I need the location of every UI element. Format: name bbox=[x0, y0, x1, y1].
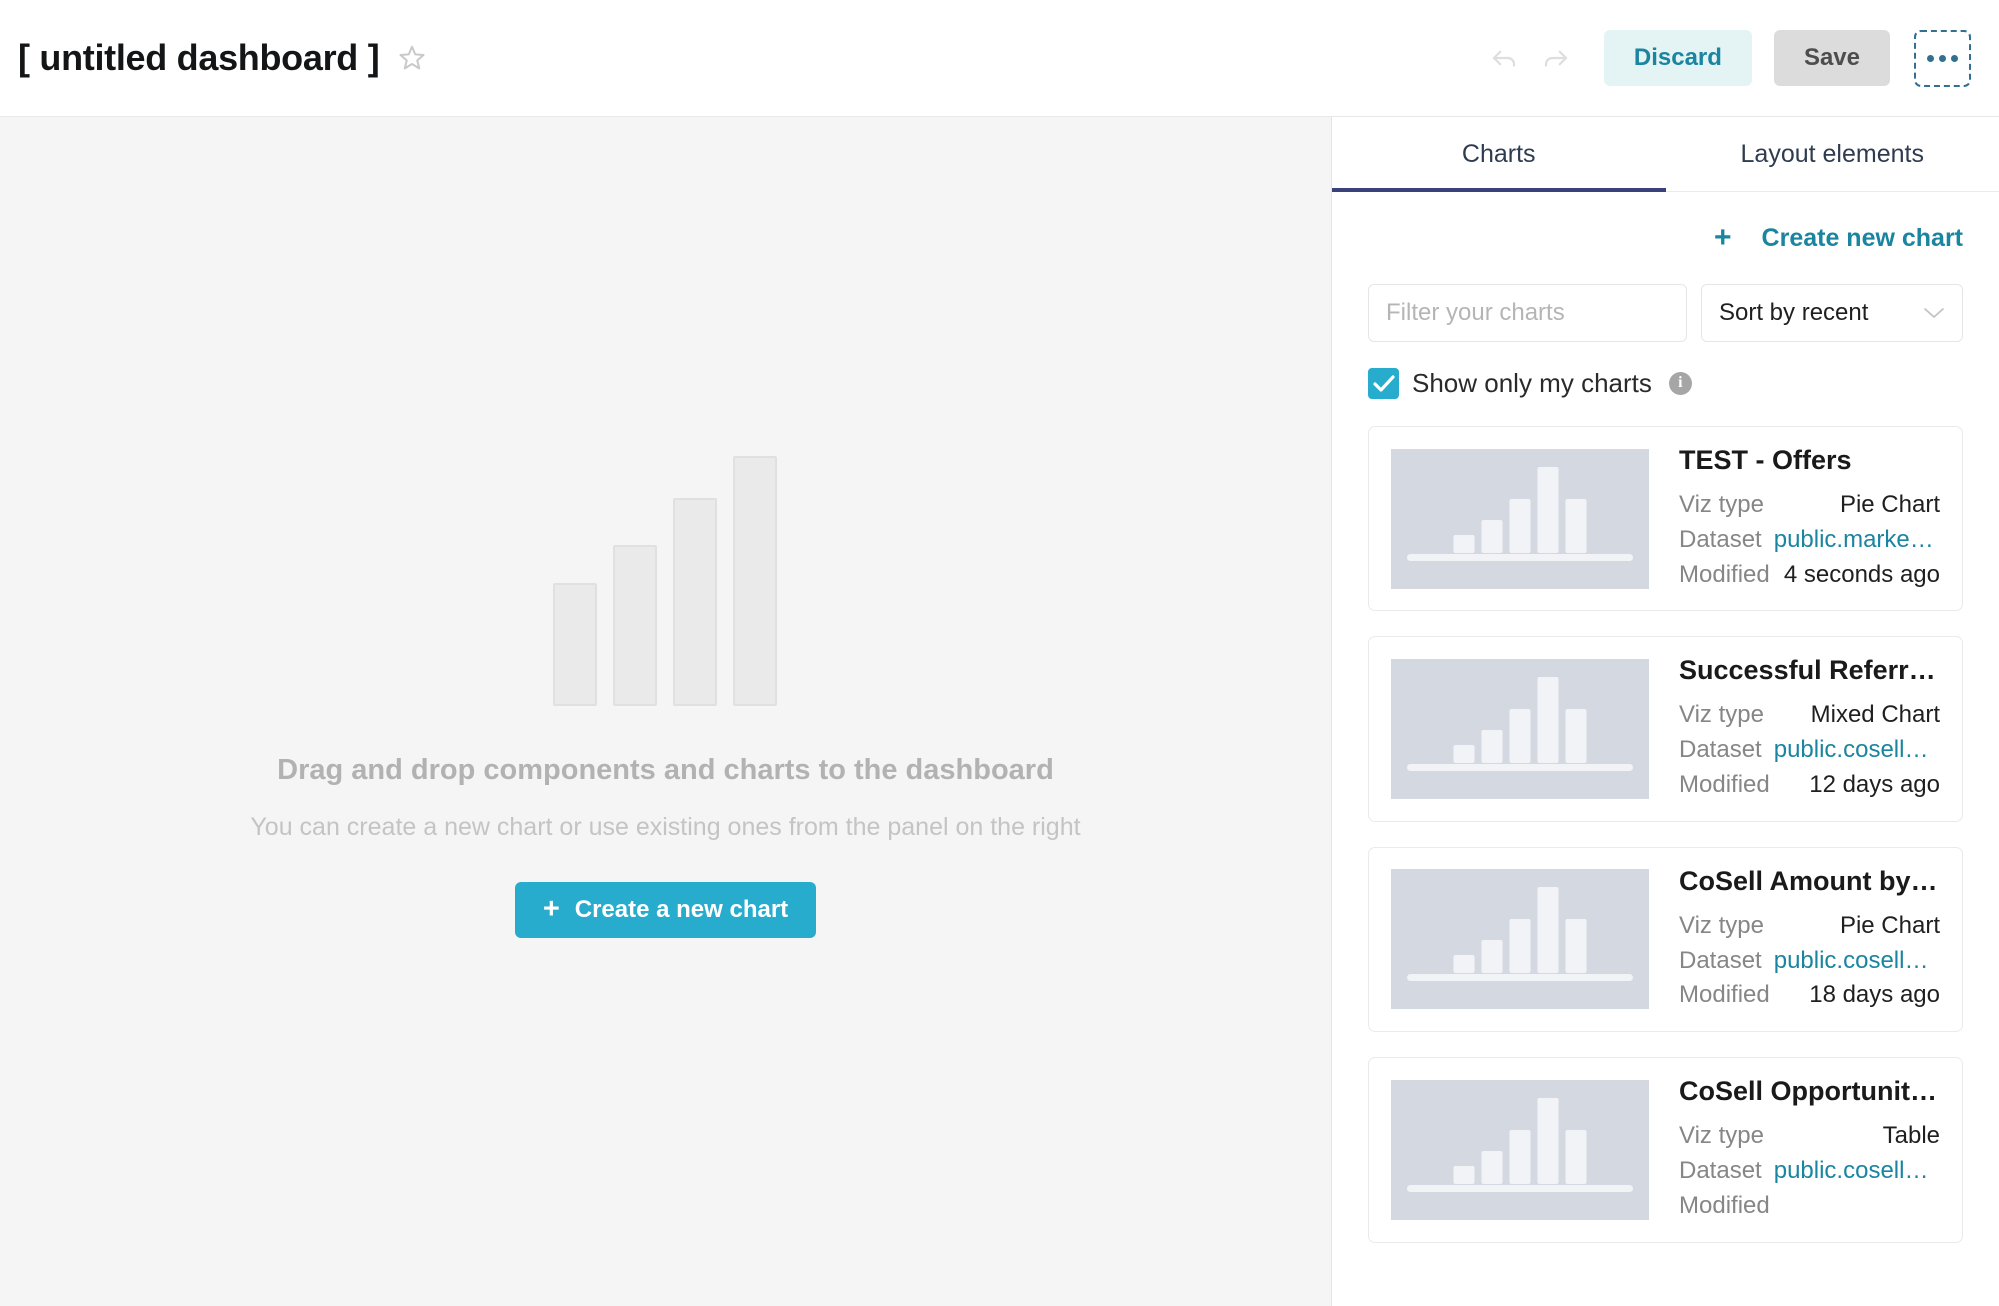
show-only-my-charts-checkbox[interactable] bbox=[1368, 368, 1399, 399]
chart-card-title: CoSell Opportunities... bbox=[1679, 1076, 1940, 1107]
info-icon[interactable]: i bbox=[1669, 372, 1692, 395]
dashboard-canvas[interactable]: Drag and drop components and charts to t… bbox=[0, 117, 1331, 1306]
empty-state-subtitle: You can create a new chart or use existi… bbox=[250, 813, 1080, 842]
create-a-new-chart-label: Create a new chart bbox=[575, 896, 788, 924]
chart-card[interactable]: TEST - Offers Viz type Pie Chart Dataset… bbox=[1368, 426, 1963, 611]
chart-card-info: TEST - Offers Viz type Pie Chart Dataset… bbox=[1679, 445, 1940, 592]
empty-state: Drag and drop components and charts to t… bbox=[250, 456, 1080, 938]
tab-charts[interactable]: Charts bbox=[1332, 117, 1666, 191]
viz-type-value: Pie Chart bbox=[1840, 909, 1940, 944]
modified-label: Modified bbox=[1679, 768, 1770, 803]
header-actions: Discard Save bbox=[1478, 30, 1971, 87]
modified-row: Modified 12 days ago bbox=[1679, 768, 1940, 803]
chart-card-list: TEST - Offers Viz type Pie Chart Dataset… bbox=[1368, 426, 1963, 1306]
chart-thumbnail-icon bbox=[1391, 659, 1649, 799]
dataset-label: Dataset bbox=[1679, 733, 1762, 768]
show-only-my-charts-label: Show only my charts bbox=[1412, 368, 1652, 399]
modified-value: 18 days ago bbox=[1809, 978, 1940, 1013]
undo-button[interactable] bbox=[1478, 32, 1530, 84]
create-new-chart-row: + Create new chart bbox=[1368, 192, 1963, 284]
dataset-link[interactable]: public.marketp... bbox=[1774, 523, 1940, 558]
right-side-panel: Charts Layout elements + Create new char… bbox=[1331, 117, 1999, 1306]
modified-value: 12 days ago bbox=[1809, 768, 1940, 803]
header-left-group: [ untitled dashboard ] bbox=[18, 37, 429, 79]
dataset-link[interactable]: public.cosell_r... bbox=[1774, 944, 1940, 979]
viz-type-value: Pie Chart bbox=[1840, 488, 1940, 523]
dataset-link[interactable]: public.cosell_r... bbox=[1774, 1154, 1940, 1189]
editor-body: Drag and drop components and charts to t… bbox=[0, 117, 1999, 1306]
sort-dropdown-value: Sort by recent bbox=[1719, 299, 1868, 327]
empty-state-bar-chart-icon bbox=[553, 456, 777, 706]
filter-charts-input[interactable] bbox=[1368, 284, 1687, 342]
discard-button[interactable]: Discard bbox=[1604, 30, 1752, 86]
dataset-row: Dataset public.marketp... bbox=[1679, 523, 1940, 558]
page-title: [ untitled dashboard ] bbox=[18, 37, 379, 79]
star-outline-icon[interactable] bbox=[395, 41, 429, 75]
chart-card-title: TEST - Offers bbox=[1679, 445, 1940, 476]
chart-card[interactable]: CoSell Amount by P... Viz type Pie Chart… bbox=[1368, 847, 1963, 1032]
viz-type-label: Viz type bbox=[1679, 1119, 1764, 1154]
chart-thumbnail-icon bbox=[1391, 449, 1649, 589]
panel-content: + Create new chart Sort by recent bbox=[1332, 192, 1999, 1306]
viz-type-label: Viz type bbox=[1679, 909, 1764, 944]
chart-thumbnail-icon bbox=[1391, 1080, 1649, 1220]
chart-card-info: Successful Referrals... Viz type Mixed C… bbox=[1679, 655, 1940, 802]
app-header: [ untitled dashboard ] Discard bbox=[0, 0, 1999, 117]
dashboard-editor: [ untitled dashboard ] Discard bbox=[0, 0, 1999, 1306]
chart-card[interactable]: CoSell Opportunities... Viz type Table D… bbox=[1368, 1057, 1963, 1242]
show-only-my-charts-row: Show only my charts i bbox=[1368, 362, 1963, 404]
viz-type-row: Viz type Table bbox=[1679, 1119, 1940, 1154]
viz-type-label: Viz type bbox=[1679, 488, 1764, 523]
viz-type-row: Viz type Pie Chart bbox=[1679, 488, 1940, 523]
dataset-link[interactable]: public.cosell_r... bbox=[1774, 733, 1940, 768]
dataset-row: Dataset public.cosell_r... bbox=[1679, 944, 1940, 979]
save-button[interactable]: Save bbox=[1774, 30, 1890, 86]
ellipsis-icon bbox=[1927, 55, 1958, 62]
sort-dropdown[interactable]: Sort by recent bbox=[1701, 284, 1963, 342]
plus-icon: + bbox=[543, 895, 560, 924]
dataset-label: Dataset bbox=[1679, 523, 1762, 558]
dataset-label: Dataset bbox=[1679, 944, 1762, 979]
chart-thumbnail-icon bbox=[1391, 869, 1649, 1009]
viz-type-row: Viz type Pie Chart bbox=[1679, 909, 1940, 944]
chart-card-title: CoSell Amount by P... bbox=[1679, 866, 1940, 897]
modified-label: Modified bbox=[1679, 558, 1770, 593]
modified-value: 4 seconds ago bbox=[1784, 558, 1940, 593]
filter-sort-row: Sort by recent bbox=[1368, 284, 1963, 342]
modified-label: Modified bbox=[1679, 1189, 1770, 1224]
chevron-down-icon bbox=[1923, 305, 1945, 322]
viz-type-label: Viz type bbox=[1679, 698, 1764, 733]
create-new-chart-label: Create new chart bbox=[1762, 224, 1963, 253]
redo-button[interactable] bbox=[1530, 32, 1582, 84]
modified-row: Modified bbox=[1679, 1189, 1940, 1224]
chart-card-info: CoSell Amount by P... Viz type Pie Chart… bbox=[1679, 866, 1940, 1013]
modified-row: Modified 18 days ago bbox=[1679, 978, 1940, 1013]
dataset-row: Dataset public.cosell_r... bbox=[1679, 1154, 1940, 1189]
modified-label: Modified bbox=[1679, 978, 1770, 1013]
chart-card-title: Successful Referrals... bbox=[1679, 655, 1940, 686]
dataset-label: Dataset bbox=[1679, 1154, 1762, 1189]
chart-card-info: CoSell Opportunities... Viz type Table D… bbox=[1679, 1076, 1940, 1223]
viz-type-value: Mixed Chart bbox=[1811, 698, 1940, 733]
more-options-button[interactable] bbox=[1914, 30, 1971, 87]
plus-icon: + bbox=[1714, 223, 1732, 253]
panel-tabs: Charts Layout elements bbox=[1332, 117, 1999, 192]
chart-card[interactable]: Successful Referrals... Viz type Mixed C… bbox=[1368, 636, 1963, 821]
create-a-new-chart-button[interactable]: + Create a new chart bbox=[515, 882, 816, 938]
modified-row: Modified 4 seconds ago bbox=[1679, 558, 1940, 593]
viz-type-value: Table bbox=[1883, 1119, 1940, 1154]
create-new-chart-link[interactable]: + Create new chart bbox=[1714, 223, 1963, 253]
empty-state-title: Drag and drop components and charts to t… bbox=[277, 754, 1054, 787]
viz-type-row: Viz type Mixed Chart bbox=[1679, 698, 1940, 733]
tab-layout-elements[interactable]: Layout elements bbox=[1666, 117, 1999, 191]
dataset-row: Dataset public.cosell_r... bbox=[1679, 733, 1940, 768]
